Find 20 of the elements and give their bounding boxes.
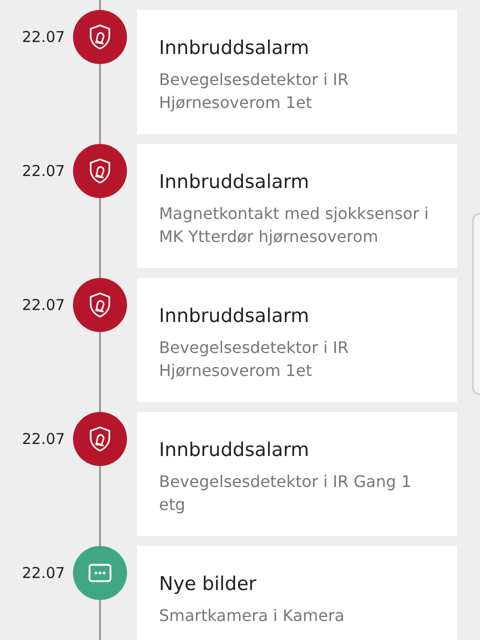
event-date: 22.07 [22, 296, 65, 314]
event-title: Innbruddsalarm [159, 36, 310, 61]
event-card[interactable]: Innbruddsalarm Bevegelsesdetektor i IR Gang 1 etg [137, 412, 457, 536]
event-title: Innbruddsalarm [159, 304, 310, 329]
event-title: Innbruddsalarm [159, 438, 310, 463]
event-title: Innbruddsalarm [159, 170, 310, 195]
event-description: Bevegelsesdetektor i IR Hjørnesoverom 1et [159, 68, 350, 114]
event-date: 22.07 [22, 564, 65, 582]
event-description: Smartkamera i Kamera [159, 604, 346, 626]
event-card[interactable]: Innbruddsalarm Magnetkontakt med sjokksensor i MK Ytterdør hjørnesoverom [137, 144, 457, 268]
event-date: 22.07 [22, 28, 65, 46]
event-date: 22.07 [22, 162, 65, 180]
event-description: Bevegelsesdetektor i IR Gang 1 etg [159, 470, 412, 516]
event-title: Nye bilder [159, 572, 258, 597]
event-description: Bevegelsesdetektor i IR Hjørnesoverom 1et [159, 336, 350, 382]
event-description: Magnetkontakt med sjokksensor i MK Ytterdør hjørnesoverom [159, 202, 430, 248]
event-date: 22.07 [22, 430, 65, 448]
event-card[interactable]: Innbruddsalarm Bevegelsesdetektor i IR Hjørnesoverom 1et [137, 278, 457, 402]
event-card[interactable]: Innbruddsalarm Bevegelsesdetektor i IR Hjørnesoverom 1et [137, 10, 457, 134]
event-card[interactable]: Nye bilder Smartkamera i Kamera [137, 546, 457, 640]
